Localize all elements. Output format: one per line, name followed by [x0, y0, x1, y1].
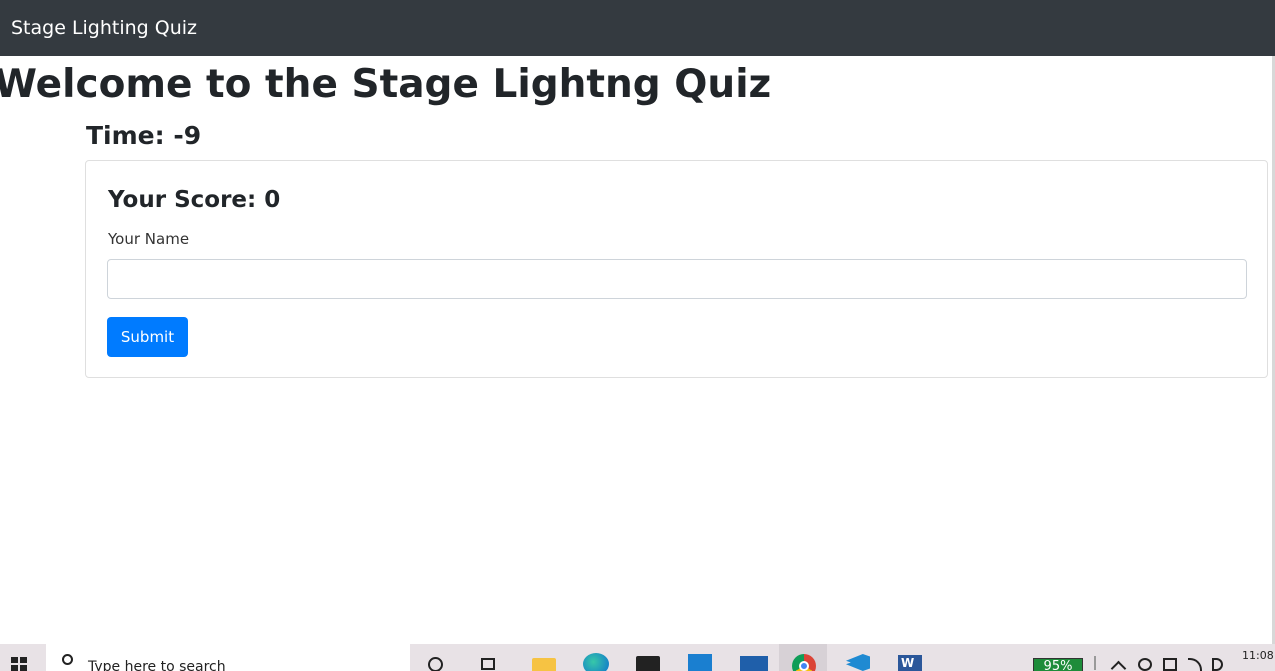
- search-placeholder: Type here to search: [88, 659, 226, 671]
- page-title: Welcome to the Stage Lightng Quiz: [0, 62, 772, 107]
- meet-icon[interactable]: [1163, 658, 1177, 671]
- file-explorer-icon[interactable]: [532, 658, 556, 671]
- edge-icon[interactable]: [583, 653, 609, 671]
- name-input[interactable]: [107, 259, 1247, 299]
- chrome-icon[interactable]: [792, 654, 816, 671]
- cortana-icon[interactable]: [428, 657, 443, 671]
- timer-display: Time: -9: [86, 121, 202, 150]
- taskbar-search-box[interactable]: Type here to search: [46, 644, 410, 671]
- vscode-icon[interactable]: [846, 654, 870, 671]
- globe-icon[interactable]: [1138, 658, 1152, 671]
- wifi-icon[interactable]: [1188, 658, 1202, 671]
- navbar: Stage Lighting Quiz: [0, 0, 1275, 56]
- taskbar: Type here to search W 95% 11:08: [0, 644, 1275, 671]
- word-icon[interactable]: W: [898, 655, 922, 671]
- score-text: Your Score: 0: [108, 187, 281, 213]
- volume-icon[interactable]: [1212, 658, 1223, 671]
- submit-button[interactable]: Submit: [107, 317, 188, 357]
- search-icon: [62, 654, 73, 665]
- clock[interactable]: 11:08: [1242, 650, 1274, 662]
- mail-icon[interactable]: [740, 656, 768, 671]
- chevron-up-icon[interactable]: [1110, 660, 1127, 671]
- store-icon[interactable]: [636, 656, 660, 671]
- windows-start-icon[interactable]: [11, 657, 28, 671]
- app-icon[interactable]: [688, 654, 712, 671]
- name-label: Your Name: [108, 230, 190, 248]
- task-view-icon[interactable]: [481, 658, 495, 670]
- navbar-brand[interactable]: Stage Lighting Quiz: [11, 15, 197, 41]
- battery-indicator[interactable]: 95%: [1033, 658, 1083, 671]
- plug-icon: [1094, 656, 1102, 670]
- score-card: Your Score: 0 Your Name Submit: [85, 160, 1268, 378]
